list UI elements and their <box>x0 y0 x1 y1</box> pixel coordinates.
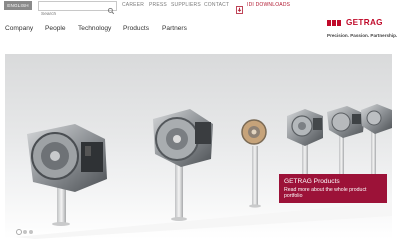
transmission-display-image <box>5 104 392 239</box>
logo-mark <box>327 20 343 26</box>
nav-item-company[interactable]: Company <box>5 25 33 32</box>
career-link[interactable]: CAREER <box>122 2 144 8</box>
nav-item-technology[interactable]: Technology <box>78 25 111 32</box>
suppliers-link[interactable]: SUPPLIERS <box>171 2 201 8</box>
hero-title: GETRAG Products <box>284 178 340 185</box>
hero-subtitle[interactable]: Read more about the whole product portfo… <box>284 187 384 200</box>
downloads-label: IDI DOWNLOADS <box>247 2 291 8</box>
nav-item-people[interactable]: People <box>45 25 66 32</box>
language-button[interactable]: ENGLISH <box>4 1 32 10</box>
brand-logo[interactable]: GETRAG <box>327 18 397 29</box>
search-icon[interactable] <box>107 2 115 15</box>
hero-banner <box>5 54 392 239</box>
nav-item-products[interactable]: Products <box>123 25 149 32</box>
download-icon <box>236 1 243 14</box>
brand-tagline: Precision. Passion. Partnership. <box>327 33 398 38</box>
top-bar: ENGLISH CAREER PRESS SUPPLIERS CONTACT I… <box>0 0 400 19</box>
nav-item-partners[interactable]: Partners <box>162 25 187 32</box>
slide-dot-3[interactable] <box>28 229 34 235</box>
contact-link[interactable]: CONTACT <box>204 2 229 8</box>
brand-name: GETRAG <box>346 18 383 27</box>
search-box <box>38 1 117 19</box>
press-link[interactable]: PRESS <box>149 2 167 8</box>
hero-overlay-card[interactable]: GETRAG Products Read more about the whol… <box>279 174 387 203</box>
search-input[interactable] <box>39 10 109 19</box>
